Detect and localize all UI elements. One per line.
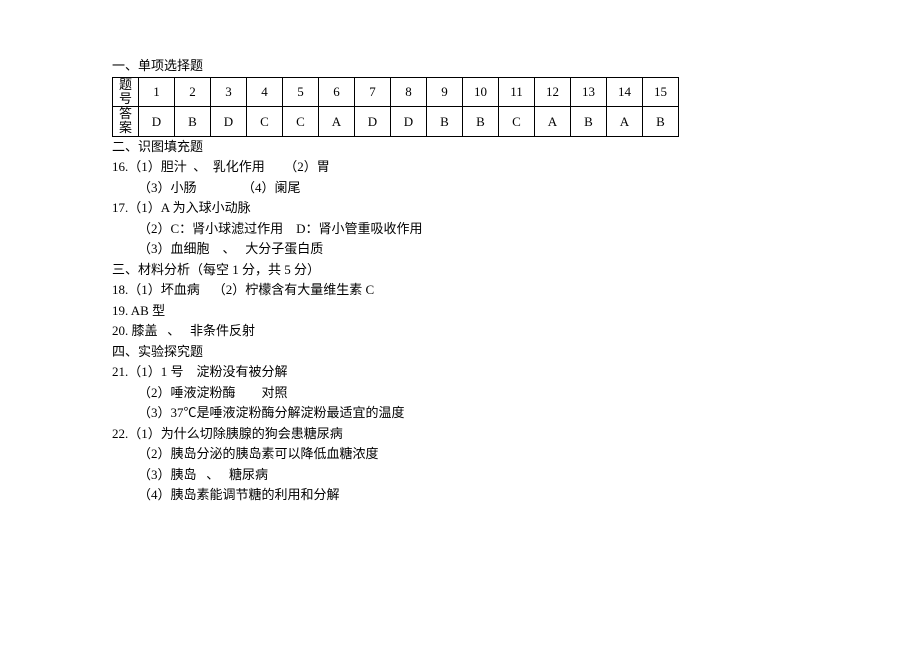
- col-num: 3: [211, 77, 247, 107]
- section-1-heading: 一、单项选择题: [112, 56, 920, 76]
- col-ans: D: [355, 107, 391, 137]
- col-num: 5: [283, 77, 319, 107]
- col-num: 15: [643, 77, 679, 107]
- col-ans: B: [175, 107, 211, 137]
- col-ans: A: [535, 107, 571, 137]
- q21-line3: （3）37℃是唾液淀粉酶分解淀粉最适宜的温度: [112, 403, 920, 423]
- col-ans: B: [463, 107, 499, 137]
- q18-line1: 18.（1）坏血病 （2）柠檬含有大量维生素 C: [112, 280, 920, 300]
- q17-line3: （3）血细胞 、 大分子蛋白质: [112, 239, 920, 259]
- q22-line1: 22.（1）为什么切除胰腺的狗会患糖尿病: [112, 424, 920, 444]
- col-num: 14: [607, 77, 643, 107]
- col-ans: B: [427, 107, 463, 137]
- col-ans: B: [571, 107, 607, 137]
- section-3-heading: 三、材料分析（每空 1 分，共 5 分）: [112, 260, 920, 280]
- answer-table: 题号 1 2 3 4 5 6 7 8 9 10 11 12 13 14 15 答…: [112, 77, 679, 137]
- table-row: 题号 1 2 3 4 5 6 7 8 9 10 11 12 13 14 15: [113, 77, 679, 107]
- section-2-heading: 二、识图填充题: [112, 137, 920, 157]
- q17-line2: （2）C：肾小球滤过作用 D：肾小管重吸收作用: [112, 219, 920, 239]
- col-ans: D: [211, 107, 247, 137]
- col-num: 13: [571, 77, 607, 107]
- col-num: 11: [499, 77, 535, 107]
- col-ans: C: [499, 107, 535, 137]
- col-ans: B: [643, 107, 679, 137]
- section-4-heading: 四、实验探究题: [112, 342, 920, 362]
- col-num: 1: [139, 77, 175, 107]
- q16-line1: 16.（1）胆汁 、 乳化作用 （2）胃: [112, 157, 920, 177]
- col-num: 7: [355, 77, 391, 107]
- col-ans: C: [283, 107, 319, 137]
- col-ans: A: [319, 107, 355, 137]
- q21-line1: 21.（1）1 号 淀粉没有被分解: [112, 362, 920, 382]
- col-num: 9: [427, 77, 463, 107]
- col-num: 4: [247, 77, 283, 107]
- col-ans: C: [247, 107, 283, 137]
- col-num: 8: [391, 77, 427, 107]
- col-ans: A: [607, 107, 643, 137]
- row-label-number: 题号: [113, 77, 139, 107]
- q20-line1: 20. 膝盖 、 非条件反射: [112, 321, 920, 341]
- col-num: 10: [463, 77, 499, 107]
- q21-line2: （2）唾液淀粉酶 对照: [112, 383, 920, 403]
- table-row: 答案 D B D C C A D D B B C A B A B: [113, 107, 679, 137]
- row-label-answer: 答案: [113, 107, 139, 137]
- col-ans: D: [139, 107, 175, 137]
- q22-line4: （4）胰岛素能调节糖的利用和分解: [112, 485, 920, 505]
- q19-line1: 19. AB 型: [112, 301, 920, 321]
- col-ans: D: [391, 107, 427, 137]
- q16-line2: （3）小肠 （4）阑尾: [112, 178, 920, 198]
- col-num: 6: [319, 77, 355, 107]
- q22-line3: （3）胰岛 、 糖尿病: [112, 465, 920, 485]
- q22-line2: （2）胰岛分泌的胰岛素可以降低血糖浓度: [112, 444, 920, 464]
- col-num: 12: [535, 77, 571, 107]
- col-num: 2: [175, 77, 211, 107]
- q17-line1: 17.（1）A 为入球小动脉: [112, 198, 920, 218]
